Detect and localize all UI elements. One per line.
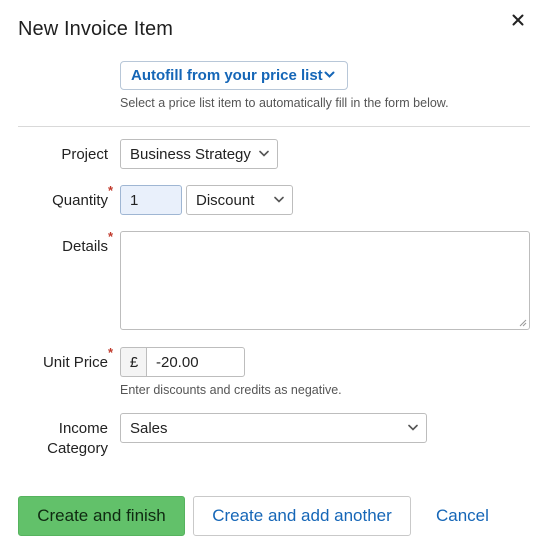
currency-prefix: £ xyxy=(120,347,147,377)
required-marker: * xyxy=(108,183,114,198)
quantity-label: Quantity xyxy=(52,192,108,209)
divider xyxy=(18,126,530,127)
required-marker: * xyxy=(108,229,114,244)
income-category-select[interactable]: Sales xyxy=(120,413,427,443)
project-select[interactable]: Business Strategy xyxy=(120,139,278,169)
required-marker: * xyxy=(108,345,114,360)
details-label: Details xyxy=(62,238,108,255)
quantity-value: 1 xyxy=(130,191,139,209)
chevron-down-icon xyxy=(324,71,335,78)
resize-grip-icon[interactable] xyxy=(519,319,527,327)
unit-price-label: Unit Price xyxy=(42,354,108,371)
project-label: Project xyxy=(61,146,108,163)
project-selected-value: Business Strategy xyxy=(130,145,251,163)
dialog-title: New Invoice Item xyxy=(18,18,173,40)
create-and-add-another-button[interactable]: Create and add another xyxy=(193,496,411,536)
unit-price-value: -20.00 xyxy=(156,353,199,371)
income-category-label-line1: Income xyxy=(58,420,108,437)
chevron-down-icon xyxy=(259,150,269,157)
unit-price-help-text: Enter discounts and credits as negative. xyxy=(120,383,342,397)
quantity-type-selected: Discount xyxy=(196,191,255,209)
autofill-button-label: Autofill from your price list xyxy=(131,67,323,84)
chevron-down-icon xyxy=(274,196,284,203)
autofill-help-text: Select a price list item to automaticall… xyxy=(120,96,449,110)
cancel-link[interactable]: Cancel xyxy=(436,506,489,526)
close-icon xyxy=(512,14,524,26)
quantity-input[interactable]: 1 xyxy=(120,185,182,215)
unit-price-input[interactable]: -20.00 xyxy=(146,347,245,377)
income-category-label-line2: Category xyxy=(47,440,108,457)
details-textarea[interactable] xyxy=(120,231,530,330)
autofill-price-list-button[interactable]: Autofill from your price list xyxy=(120,61,348,90)
create-and-finish-button[interactable]: Create and finish xyxy=(18,496,185,536)
quantity-type-select[interactable]: Discount xyxy=(186,185,293,215)
chevron-down-icon xyxy=(408,424,418,431)
close-button[interactable] xyxy=(512,14,528,30)
income-category-selected: Sales xyxy=(130,419,168,437)
